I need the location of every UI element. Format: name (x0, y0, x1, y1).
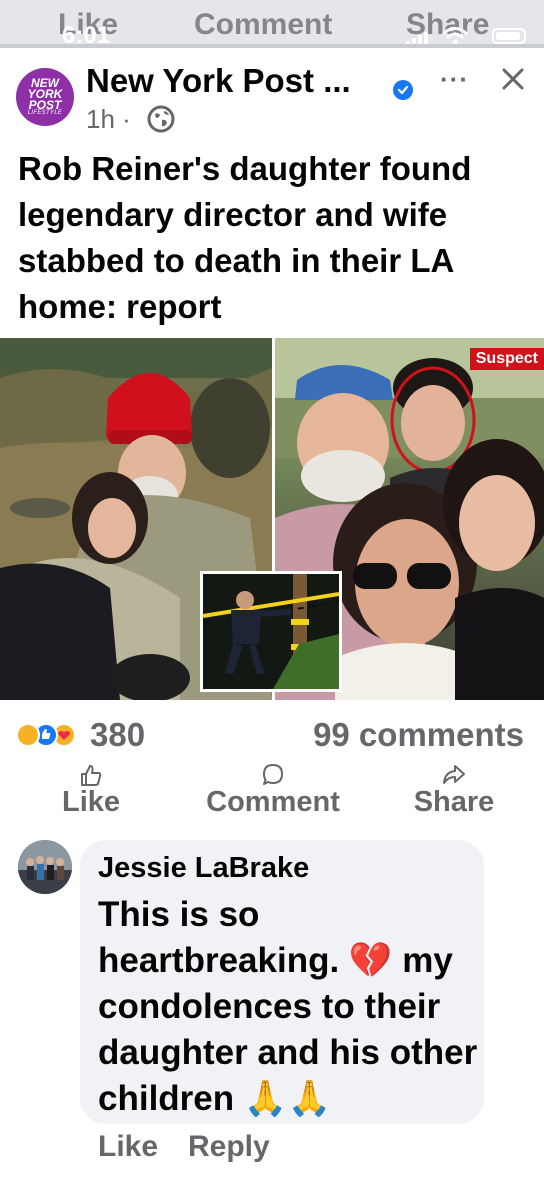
like-button[interactable]: Like (58, 762, 124, 819)
like-icon (81, 765, 102, 786)
like-label: Like (61, 786, 121, 818)
suspect-tag: Suspect (469, 348, 544, 370)
battery-icon (492, 28, 526, 44)
commenter-avatar[interactable] (18, 840, 72, 894)
comment-text: This is so heartbreaking. 💔 my condolenc… (98, 895, 478, 1118)
comment-like-button[interactable]: Like (98, 1130, 158, 1164)
post-header: NEW YORK POST LIFESTYLE New York Post ..… (0, 48, 544, 140)
post-actions: Like Comment Share (0, 762, 544, 828)
page-avatar[interactable]: NEW YORK POST LIFESTYLE (16, 68, 74, 126)
comment-bubble: Jessie LaBrake This is so heartbreaking.… (80, 840, 484, 1124)
comment-label: Comment (206, 786, 340, 818)
post-timestamp[interactable]: 1h · (86, 104, 131, 135)
sad-reaction-icon (16, 723, 40, 747)
close-icon[interactable] (498, 64, 528, 94)
previous-comment-button[interactable]: Comment (194, 8, 332, 42)
more-options-button[interactable]: ··· (440, 64, 469, 95)
status-icons (406, 26, 526, 46)
comment-icon (263, 764, 283, 785)
post-image[interactable]: Suspect (0, 338, 544, 700)
share-button[interactable]: Share (404, 762, 504, 819)
comment-button[interactable]: Comment (193, 762, 353, 819)
comment-author[interactable]: Jessie LaBrake (98, 852, 309, 885)
share-icon (443, 765, 465, 784)
verified-icon (393, 80, 413, 100)
comment-actions: Like Reply (98, 1130, 398, 1170)
comment-reply-button[interactable]: Reply (188, 1130, 270, 1164)
share-label: Share (413, 786, 495, 818)
inset-photo (200, 571, 342, 692)
comment-count[interactable]: 99 comments (313, 716, 524, 754)
wifi-icon (442, 27, 468, 45)
status-bar: Like Comment Share 6:01 (0, 0, 544, 48)
reaction-count[interactable]: 380 (90, 716, 145, 754)
globe-icon (147, 105, 175, 133)
reactions-summary[interactable]: 380 99 comments (0, 712, 544, 760)
post-headline[interactable]: Rob Reiner's daughter found legendary di… (18, 146, 530, 330)
reaction-icons (16, 723, 90, 747)
page-name-link[interactable]: New York Post ... (86, 62, 351, 100)
